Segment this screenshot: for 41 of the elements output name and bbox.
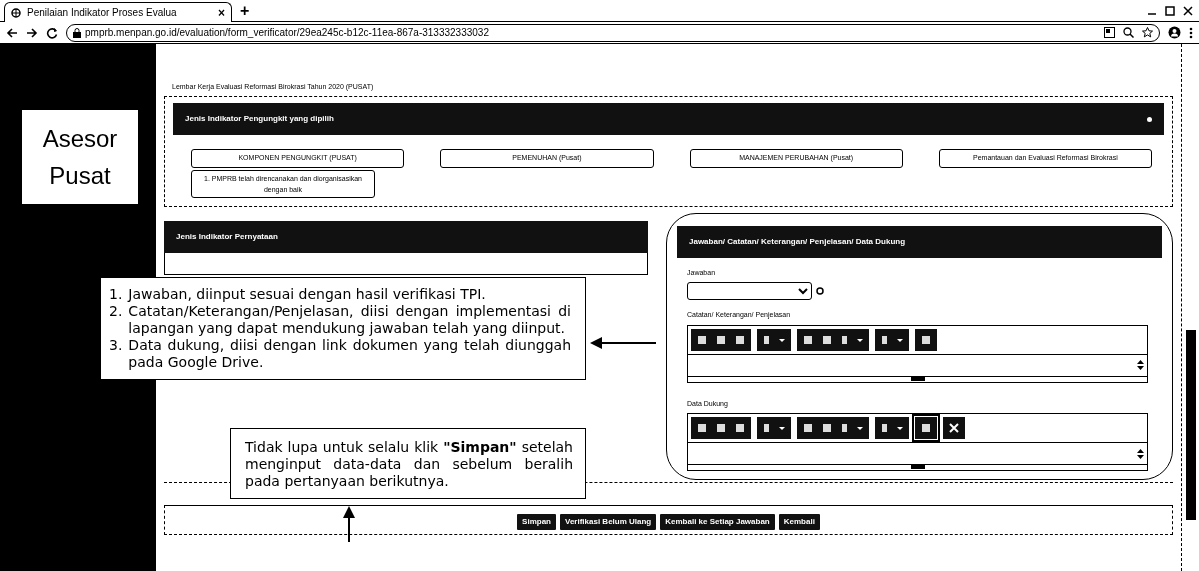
tab-close-button[interactable]: × <box>218 3 225 22</box>
lock-icon <box>73 27 81 38</box>
reload-icon[interactable] <box>46 26 58 39</box>
callout-note: Tidak lupa untuk selalu klik "Simpan" setelah menginput data-data dan sebelum beralih pada pertanyaan berikutnya. <box>230 428 586 499</box>
close-icon[interactable] <box>1183 5 1193 16</box>
panel-title: Jenis Indikator Pengungkit yang dipilih <box>185 113 334 125</box>
forward-icon[interactable] <box>26 26 38 39</box>
arrow-icon <box>590 336 656 350</box>
text-editor[interactable] <box>687 413 1148 471</box>
panel-title: Jenis Indikator Pernyataan <box>176 230 278 243</box>
scrollbar-thumb[interactable] <box>1186 330 1196 520</box>
item-number: 1. <box>109 286 123 303</box>
dot-icon <box>1147 116 1152 122</box>
item-text: Catatan/Keterangan/Penjelasan, diisi dengan implementasi di lapangan yang dapat mendukung jawaban telah yang diinput. <box>128 303 571 337</box>
item-text: Data dukung, diisi dengan link dokumen yang telah diunggah pada Google Drive. <box>128 337 571 371</box>
close-icon <box>949 423 959 433</box>
resize-icon <box>1137 448 1144 459</box>
role-label: Asesor Pusat <box>22 110 138 205</box>
star-icon[interactable] <box>1142 27 1153 38</box>
item-number: 3. <box>109 337 123 355</box>
answer-select[interactable] <box>687 282 812 300</box>
profile-icon[interactable] <box>1168 26 1181 39</box>
resize-icon <box>1137 360 1144 370</box>
action-button[interactable]: Verifikasi Belum Ulang <box>560 513 657 530</box>
panel-title: Jawaban/ Catatan/ Keterangan/ Penjelasan/ Data Dukung <box>689 235 906 248</box>
menu-icon[interactable] <box>1189 26 1193 39</box>
browser-tab[interactable]: Penilaian Indikator Proses Evalua × <box>4 2 232 22</box>
action-button[interactable]: Simpan <box>517 513 556 530</box>
back-icon[interactable] <box>6 26 18 39</box>
action-button[interactable]: Kembali ke Setiap Jawaban <box>660 513 775 530</box>
zoom-icon[interactable] <box>1123 27 1134 38</box>
action-button[interactable]: Kembali <box>778 513 820 530</box>
maximize-icon[interactable] <box>1165 5 1175 16</box>
globe-icon <box>11 7 21 18</box>
new-tab-button[interactable]: + <box>240 1 250 21</box>
item-number: 2. <box>109 303 123 321</box>
resize-handle[interactable] <box>910 465 925 469</box>
text-editor[interactable] <box>687 324 1148 383</box>
item-text: Jawaban, diinput sesuai dengan hasil verifikasi TPI. <box>128 286 486 303</box>
resize-handle[interactable] <box>910 376 925 381</box>
url-text: pmprb.menpan.go.id/evaluation/form_verificator/29ea245c-b12c-11ea-867a-313332333032 <box>85 26 489 40</box>
